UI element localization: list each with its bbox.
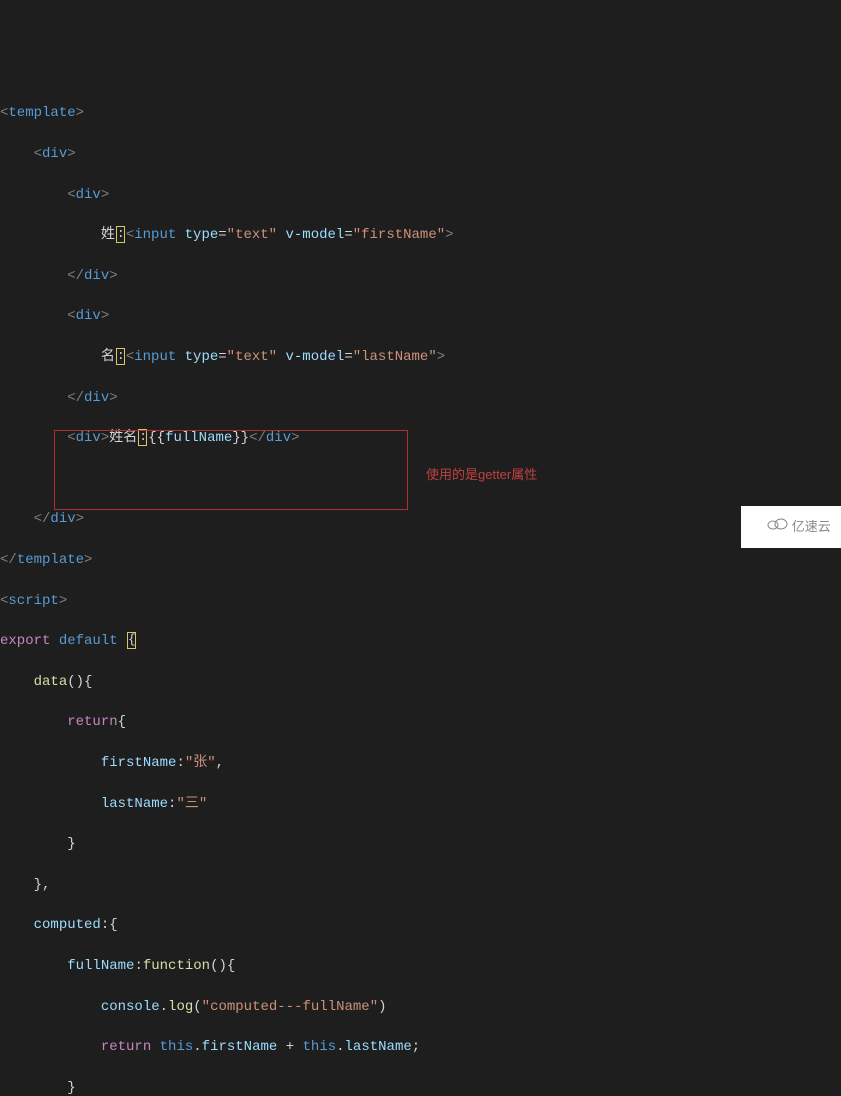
cursor-box: {: [127, 632, 136, 649]
code-line: <script>: [0, 591, 841, 611]
code-line: computed:{: [0, 915, 841, 935]
code-line: <div>: [0, 306, 841, 326]
code-line: console.log("computed---fullName"): [0, 997, 841, 1017]
code-line: </div>: [0, 509, 841, 529]
code-line: </template>: [0, 550, 841, 570]
cursor-box: :: [138, 429, 147, 446]
code-line: fullName:function(){: [0, 956, 841, 976]
code-line: 姓:<input type="text" v-model="firstName"…: [0, 225, 841, 245]
code-line: <div>姓名:{{fullName}}</div>: [0, 428, 841, 448]
code-line: <div>: [0, 144, 841, 164]
code-line: lastName:"三": [0, 794, 841, 814]
code-line: data(){: [0, 672, 841, 692]
code-line: <template>: [0, 103, 841, 123]
code-line: </div>: [0, 388, 841, 408]
code-line: }: [0, 1078, 841, 1096]
code-line: </div>: [0, 266, 841, 286]
code-line: 名:<input type="text" v-model="lastName">: [0, 347, 841, 367]
code-line: return{: [0, 712, 841, 732]
code-line: [0, 469, 841, 489]
code-line: return this.firstName + this.lastName;: [0, 1037, 841, 1057]
cursor-box: :: [116, 348, 125, 365]
annotation-text: 使用的是getter属性: [426, 466, 537, 485]
watermark-text: 亿速云: [792, 518, 831, 537]
code-line: <div>: [0, 185, 841, 205]
code-line: },: [0, 875, 841, 895]
cloud-icon: [751, 498, 787, 556]
code-editor[interactable]: <template> <div> <div> 姓:<input type="te…: [0, 81, 841, 1096]
watermark: 亿速云: [741, 506, 841, 548]
code-line: export default {: [0, 631, 841, 651]
code-line: }: [0, 834, 841, 854]
code-line: firstName:"张",: [0, 753, 841, 773]
cursor-box: :: [116, 226, 125, 243]
